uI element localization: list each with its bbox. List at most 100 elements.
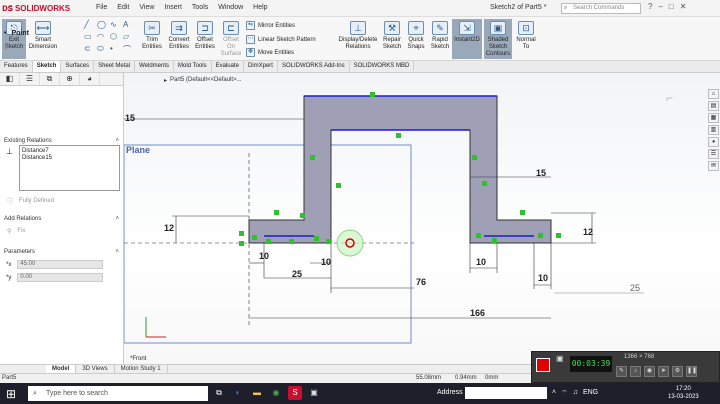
instant2d-button[interactable]: ⇲ Instant2D [452, 19, 482, 59]
point-icon[interactable]: • [110, 44, 123, 56]
audio-icon[interactable]: ♪ [630, 366, 641, 377]
tab-model[interactable]: Model [46, 365, 77, 373]
dimension-166[interactable]: 166 [470, 308, 485, 318]
parameters-header[interactable]: Parameters ˄ [0, 247, 124, 257]
chrome-icon[interactable]: ◉ [269, 386, 283, 400]
tab-evaluate[interactable]: Evaluate [212, 61, 244, 72]
quick-snaps-button[interactable]: ⌖ Quick Snaps [405, 21, 427, 51]
arc-icon[interactable]: ◠ [97, 32, 110, 44]
menu-edit[interactable]: Edit [117, 4, 129, 11]
record-stop-button[interactable] [536, 358, 550, 372]
linear-sketch-pattern-button[interactable]: ⋯ Linear Sketch Pattern [246, 35, 316, 44]
dimension-10-a[interactable]: 10 [259, 251, 269, 261]
tab-3d-views[interactable]: 3D Views [76, 365, 115, 373]
relation-item[interactable]: Distance7 [22, 148, 117, 155]
taskbar-search-input[interactable]: ⌕ Type here to search [28, 386, 208, 401]
task-view-icon[interactable]: ⧉ [212, 386, 226, 400]
dimension-25[interactable]: 25 [292, 269, 302, 279]
resources-icon[interactable]: ⌂ [708, 89, 719, 99]
taskbar-clock[interactable]: 17:20 13-03-2023 [668, 385, 699, 401]
sketch-profile[interactable] [248, 95, 552, 244]
network-icon[interactable]: ⌔ [561, 389, 568, 398]
tab-features[interactable]: Features [0, 61, 33, 72]
display-delete-relations-button[interactable]: ⊥ Display/Delete Relations [336, 21, 380, 51]
address-input[interactable] [465, 387, 547, 399]
normal-to-button[interactable]: ⊡ Normal To [514, 21, 538, 51]
text-icon[interactable]: A [123, 20, 136, 32]
selection-highlight[interactable] [336, 229, 364, 257]
rapid-sketch-button[interactable]: ✎ Rapid Sketch [429, 21, 451, 51]
tab-sheet-metal[interactable]: Sheet Metal [94, 61, 136, 72]
exit-sketch-button[interactable]: ⎋ Exit Sketch [2, 19, 26, 59]
dimension-12-left[interactable]: 12 [164, 223, 174, 233]
configuration-manager-icon[interactable]: ⧉ [40, 73, 60, 85]
file-explorer-icon[interactable]: ▦ [708, 113, 719, 123]
relations-list[interactable]: Distance7 Distance15 [19, 145, 120, 191]
solidworks-taskbar-icon[interactable]: S [288, 386, 302, 400]
dimension-76[interactable]: 76 [416, 277, 426, 287]
tab-mold-tools[interactable]: Mold Tools [174, 61, 212, 72]
search-commands-input[interactable]: ⌕ Search Commands [561, 3, 641, 14]
display-manager-icon[interactable]: ◕ [80, 73, 100, 85]
design-library-icon[interactable]: ▤ [708, 101, 719, 111]
appearances-icon[interactable]: ◕ [708, 137, 719, 147]
menu-insert[interactable]: Insert [164, 4, 182, 11]
slot-icon[interactable]: ⊂ [84, 44, 97, 56]
fix-relation-button[interactable]: ⚲ Fix [7, 228, 25, 235]
trim-entities-button[interactable]: ✂ Trim Entities [140, 21, 164, 51]
menu-window[interactable]: Window [218, 4, 243, 11]
dimension-10-d[interactable]: 10 [538, 273, 548, 283]
shaded-contours-button[interactable]: ▣ Shaded Sketch Contours [484, 19, 512, 59]
graphics-area[interactable]: ▸ Part5 (Default<<Default>... Plane ⌐ 15… [124, 73, 720, 373]
menu-tools[interactable]: Tools [192, 4, 208, 11]
convert-entities-button[interactable]: ⇉ Convert Entities [166, 21, 192, 51]
param-x-input[interactable]: 45.00 [17, 260, 104, 269]
minimize-icon[interactable]: – [658, 2, 662, 11]
fillet-icon[interactable]: ⌒ [123, 44, 136, 56]
tab-weldments[interactable]: Weldments [135, 61, 174, 72]
move-entities-button[interactable]: ✥ Move Entities [246, 48, 294, 57]
view-palette-icon[interactable]: ▥ [708, 125, 719, 135]
pause-icon[interactable]: ❚❚ [686, 366, 697, 377]
spline-icon[interactable]: ∿ [110, 20, 123, 32]
menu-view[interactable]: View [139, 4, 154, 11]
param-y-input[interactable]: 0.00 [17, 273, 104, 282]
solidworks-logo[interactable]: ᴅꜱ SOLIDWORKS [2, 2, 70, 15]
close-icon[interactable]: ✕ [680, 2, 687, 11]
line-icon[interactable]: ╱ [84, 20, 97, 32]
dimxpert-manager-icon[interactable]: ⊕ [60, 73, 80, 85]
tab-mbd[interactable]: SOLIDWORKS MBD [350, 61, 415, 72]
windows-start-icon[interactable]: ⊞ [6, 387, 16, 401]
offset-entities-button[interactable]: ⊐ Offset Entities [193, 21, 217, 51]
plane-icon[interactable]: ▱ [123, 32, 136, 44]
custom-properties-icon[interactable]: ☰ [708, 149, 719, 159]
edge-icon[interactable]: ◐ [231, 386, 245, 400]
tab-sketch[interactable]: Sketch [32, 61, 62, 72]
dimension-12-right[interactable]: 12 [583, 227, 593, 237]
dimension-10-c[interactable]: 10 [476, 257, 486, 267]
tab-dimxpert[interactable]: DimXpert [244, 61, 278, 72]
language-indicator[interactable]: ENG [583, 389, 598, 398]
tab-addins[interactable]: SOLIDWORKS Add-Ins [278, 61, 350, 72]
file-explorer-icon[interactable]: ▬ [250, 386, 264, 400]
feature-manager-icon[interactable]: ◧ [0, 73, 20, 85]
repair-sketch-button[interactable]: ⚒ Repair Sketch [380, 21, 404, 51]
dimension-15-left[interactable]: 15 [125, 113, 135, 123]
polygon-icon[interactable]: ⬡ [110, 32, 123, 44]
settings-icon[interactable]: ⚙ [672, 366, 683, 377]
ellipse-icon[interactable]: ⬭ [97, 44, 110, 56]
cursor-icon[interactable]: ➤ [658, 366, 669, 377]
volume-icon[interactable]: ♫ [573, 389, 578, 398]
chevron-up-icon[interactable]: ˄ [552, 389, 556, 398]
circle-icon[interactable]: ◯ [97, 20, 110, 32]
mirror-entities-button[interactable]: ⇋ Mirror Entities [246, 21, 295, 30]
add-relations-header[interactable]: Add Relations ˄ [0, 214, 124, 224]
ok-check-icon[interactable]: ✔ [4, 44, 10, 52]
tab-surfaces[interactable]: Surfaces [61, 61, 95, 72]
pen-icon[interactable]: ✎ [616, 366, 627, 377]
webcam-icon[interactable]: ◉ [644, 366, 655, 377]
rectangle-icon[interactable]: ▭ [84, 32, 97, 44]
help-icon[interactable]: ? [648, 2, 652, 11]
property-manager-icon[interactable]: ☰ [20, 73, 40, 85]
app-icon[interactable]: ▣ [307, 386, 321, 400]
